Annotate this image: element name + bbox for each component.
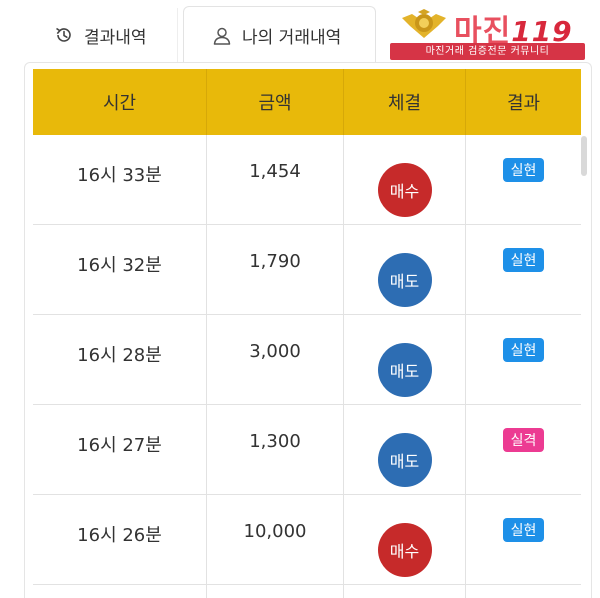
header-trade: 체결 [344, 69, 466, 135]
header-time: 시간 [33, 69, 207, 135]
result-badge: 실격 [502, 428, 545, 452]
trade-cell [344, 585, 466, 598]
police-emblem-icon [398, 8, 450, 44]
header-amount: 금액 [207, 69, 344, 135]
amount-cell: 10,000 [207, 495, 344, 584]
buy-badge: 매수 [377, 163, 432, 217]
result-cell: 실현 [466, 135, 581, 224]
site-logo: 마진119 마진거래 검증전문 커뮤니티 [390, 6, 590, 60]
trade-cell: 매도 [344, 405, 466, 494]
header-result: 결과 [506, 93, 541, 114]
time-cell: 16시 27분 [33, 405, 207, 494]
tab-my-trades[interactable]: 나의 거래내역 [183, 6, 376, 64]
result-badge: 실현 [502, 248, 545, 272]
table-row: 16시 26분 10,000 매수 실현 [33, 495, 581, 585]
table-row: 16시 27분 1,300 매도 실격 [33, 405, 581, 495]
result-badge: 실현 [502, 518, 545, 542]
trade-cell: 매수 [344, 495, 466, 584]
table-row [33, 585, 581, 598]
time-cell [33, 585, 207, 598]
table-header: 시간 금액 체결 결과 [33, 69, 581, 135]
time-cell: 16시 28분 [33, 315, 207, 404]
trades-table: 시간 금액 체결 결과 16시 33분 1,454 매수 실현 16시 32분 … [33, 69, 581, 598]
tab-my-trades-label: 나의 거래내역 [242, 28, 342, 48]
time-cell: 16시 26분 [33, 495, 207, 584]
result-cell: 실격 [466, 405, 581, 494]
result-cell: 실현 [466, 495, 581, 584]
table-row: 16시 32분 1,790 매도 실현 [33, 225, 581, 315]
table-row: 16시 28분 3,000 매도 실현 [33, 315, 581, 405]
tab-results-history-label: 결과내역 [84, 27, 147, 48]
trade-cell: 매도 [344, 225, 466, 314]
amount-cell: 1,454 [207, 135, 344, 224]
sell-badge: 매도 [377, 343, 432, 397]
tab-results-history[interactable]: 결과내역 [26, 8, 178, 62]
time-cell: 16시 32분 [33, 225, 207, 314]
brand-tagline: 마진거래 검증전문 커뮤니티 [390, 43, 585, 60]
time-cell: 16시 33분 [33, 135, 207, 224]
history-icon [54, 25, 74, 45]
user-icon [212, 26, 232, 46]
sell-badge: 매도 [377, 253, 432, 307]
sell-badge: 매도 [377, 433, 432, 487]
result-cell: 실현 [466, 315, 581, 404]
table-row: 16시 33분 1,454 매수 실현 [33, 135, 581, 225]
result-cell [466, 585, 581, 598]
amount-cell: 1,300 [207, 405, 344, 494]
amount-cell: 3,000 [207, 315, 344, 404]
result-badge: 실현 [502, 158, 545, 182]
trade-cell: 매도 [344, 315, 466, 404]
buy-badge: 매수 [377, 523, 432, 577]
scrollbar[interactable] [581, 136, 587, 176]
amount-cell: 1,790 [207, 225, 344, 314]
amount-cell [207, 585, 344, 598]
result-cell: 실현 [466, 225, 581, 314]
result-badge: 실현 [502, 338, 545, 362]
trade-cell: 매수 [344, 135, 466, 224]
